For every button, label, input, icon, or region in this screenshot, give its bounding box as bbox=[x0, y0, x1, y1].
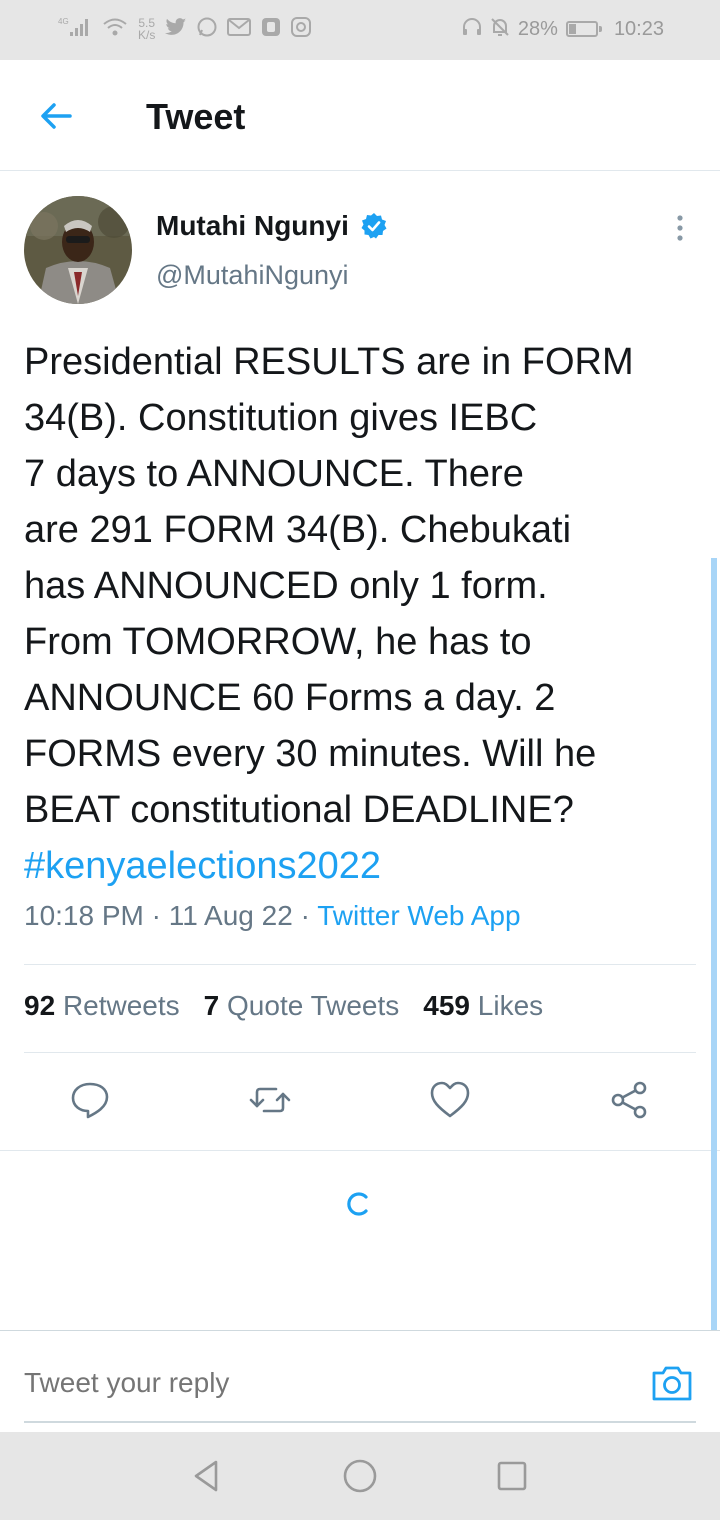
retweet-button[interactable] bbox=[248, 1078, 292, 1122]
nav-home-button[interactable] bbox=[340, 1456, 380, 1496]
camera-icon bbox=[652, 1366, 692, 1401]
tweet-meta: 10:18 PM · 11 Aug 22 · Twitter Web App bbox=[24, 900, 521, 932]
twitter-icon bbox=[165, 17, 187, 41]
tweet-text-line: 7 days to ANNOUNCE. There bbox=[24, 453, 524, 495]
likes-count: 459 bbox=[423, 990, 470, 1021]
retweet-icon bbox=[249, 1087, 291, 1113]
meta-separator: · bbox=[292, 900, 318, 931]
reply-button[interactable] bbox=[68, 1078, 112, 1122]
tweet-source-link[interactable]: Twitter Web App bbox=[317, 900, 520, 931]
share-icon bbox=[611, 1081, 647, 1119]
whatsapp-icon bbox=[197, 17, 217, 41]
likes-label: Likes bbox=[477, 990, 544, 1021]
arrow-left-icon bbox=[41, 103, 72, 129]
loading-spinner-icon bbox=[344, 1190, 372, 1218]
tweet-text-line: are 291 FORM 34(B). Chebukati bbox=[24, 509, 572, 551]
tweet-text-line: 34(B). Constitution gives IEBC bbox=[24, 397, 538, 439]
reply-underline bbox=[24, 1421, 696, 1423]
like-icon bbox=[430, 1081, 470, 1118]
share-button[interactable] bbox=[608, 1078, 652, 1122]
scrollbar[interactable] bbox=[711, 558, 717, 1330]
tweet-text-line: BEAT constitutional DEADLINE? bbox=[24, 789, 574, 831]
back-button[interactable] bbox=[36, 96, 76, 136]
mute-icon bbox=[490, 17, 510, 41]
nav-recents-button[interactable] bbox=[492, 1456, 532, 1496]
like-button[interactable] bbox=[428, 1078, 472, 1122]
retweets-label: Retweets bbox=[62, 990, 180, 1021]
author-handle[interactable]: @MutahiNgunyi bbox=[156, 260, 349, 291]
quote-tweets-count: 7 bbox=[203, 990, 220, 1021]
divider bbox=[24, 1052, 696, 1053]
net-speed: 5.5 K/s bbox=[138, 17, 155, 41]
nav-back-button[interactable] bbox=[186, 1456, 226, 1496]
headphones-icon bbox=[462, 17, 482, 41]
signal-label: 4G bbox=[58, 17, 69, 26]
tweet-text-line: has ANNOUNCED only 1 form. bbox=[24, 565, 548, 607]
quote-tweets-stat[interactable]: 7 Quote Tweets bbox=[204, 990, 400, 1022]
avatar-image bbox=[24, 196, 132, 304]
signal-icon: 4G bbox=[58, 16, 92, 42]
tweet-text-line: ANNOUNCE 60 Forms a day. 2 bbox=[24, 677, 556, 719]
tweet-actions bbox=[0, 1078, 720, 1128]
section-divider bbox=[0, 1150, 720, 1151]
top-app-bar: Tweet bbox=[0, 60, 720, 171]
author-name[interactable]: Mutahi Ngunyi bbox=[156, 210, 349, 242]
hashtag-link[interactable]: #kenyaelections2022 bbox=[24, 838, 704, 894]
tweet-text-line: Presidential RESULTS are in FORM bbox=[24, 341, 634, 383]
tweet-text-line: From TOMORROW, he has to bbox=[24, 621, 532, 663]
retweets-stat[interactable]: 92 Retweets bbox=[24, 990, 180, 1022]
tweet-date: 11 Aug 22 bbox=[168, 900, 293, 931]
app-icon bbox=[261, 17, 281, 41]
status-time: 10:23 bbox=[613, 17, 664, 40]
reply-input[interactable] bbox=[24, 1367, 604, 1399]
camera-button[interactable] bbox=[650, 1361, 694, 1405]
circle-home-icon bbox=[343, 1459, 377, 1493]
gmail-icon bbox=[227, 18, 252, 40]
battery-fill bbox=[568, 24, 576, 34]
instagram-icon bbox=[291, 17, 312, 41]
likes-stat[interactable]: 459 Likes bbox=[423, 990, 543, 1022]
author-avatar[interactable] bbox=[24, 196, 132, 304]
wifi-icon bbox=[102, 17, 128, 41]
retweets-count: 92 bbox=[24, 990, 56, 1021]
page-title: Tweet bbox=[146, 96, 246, 137]
triangle-back-icon bbox=[194, 1460, 218, 1492]
status-bar-right: 28% 10:23 bbox=[462, 17, 664, 41]
status-bar-left: 4G 5.5 K/s bbox=[58, 16, 312, 42]
net-speed-unit: K/s bbox=[138, 28, 156, 42]
tweet-time: 10:18 PM bbox=[24, 900, 144, 931]
tweet-text: Presidential RESULTS are in FORM 34(B). … bbox=[24, 334, 704, 894]
verified-badge-icon bbox=[360, 212, 388, 240]
divider bbox=[24, 964, 696, 965]
battery-percent: 28% bbox=[517, 17, 558, 40]
quote-tweets-label: Quote Tweets bbox=[227, 990, 400, 1021]
tweet-text-line: FORMS every 30 minutes. Will he bbox=[24, 733, 597, 775]
more-options-button[interactable] bbox=[668, 212, 692, 244]
battery-icon bbox=[565, 21, 602, 37]
status-bar: 4G 5.5 K/s 28% 10:23 bbox=[0, 0, 720, 60]
square-recents-icon bbox=[497, 1461, 527, 1491]
meta-separator: · bbox=[143, 900, 169, 931]
tweet-stats: 92 Retweets 7 Quote Tweets 459 Likes bbox=[24, 990, 543, 1022]
system-nav-bar bbox=[0, 1432, 720, 1520]
reply-composer bbox=[0, 1330, 720, 1432]
more-vertical-icon bbox=[677, 215, 683, 241]
reply-icon bbox=[71, 1082, 109, 1119]
